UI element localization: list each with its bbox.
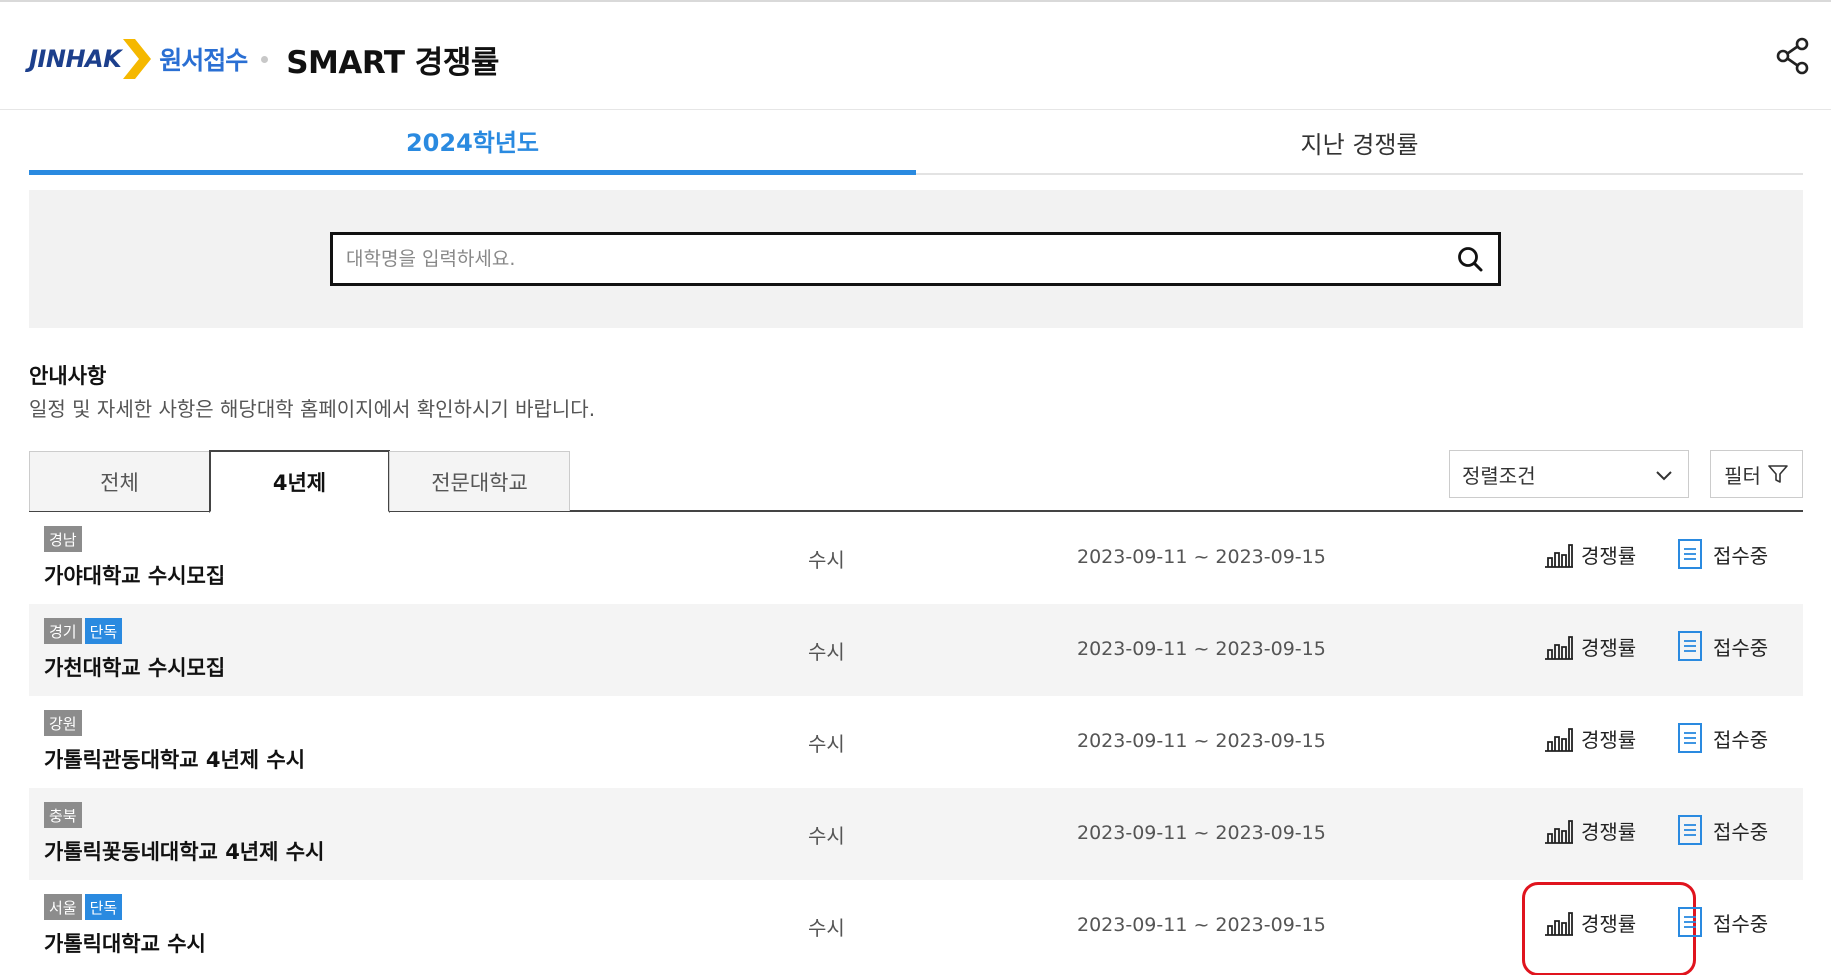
application-period: 2023-09-11 ~ 2023-09-15 <box>1077 546 1326 568</box>
status-button[interactable]: 접수중 <box>1677 814 1768 846</box>
application-period: 2023-09-11 ~ 2023-09-15 <box>1077 730 1326 752</box>
search-area <box>29 190 1803 328</box>
university-name[interactable]: 가천대학교 수시모집 <box>44 652 225 682</box>
header: JINHAK 원서접수 SMART 경쟁률 <box>0 2 1831 110</box>
bar-chart-icon <box>1545 543 1573 568</box>
search-input[interactable] <box>333 235 1456 283</box>
separator-dot <box>261 55 269 63</box>
notice-title: 안내사항 <box>29 364 107 388</box>
rate-label: 경쟁률 <box>1581 912 1637 936</box>
tab-2024[interactable]: 2024학년도 <box>29 111 916 175</box>
region-badge: 경남 <box>44 526 82 552</box>
page-title: SMART 경쟁률 <box>286 44 499 81</box>
filter-button[interactable]: 필터 <box>1710 450 1803 498</box>
rate-button[interactable]: 경쟁률 <box>1543 908 1636 937</box>
sort-label: 정렬조건 <box>1462 463 1536 488</box>
badges: 충북 <box>44 802 82 828</box>
document-icon <box>1678 723 1702 753</box>
application-period: 2023-09-11 ~ 2023-09-15 <box>1077 638 1326 660</box>
bar-chart-icon <box>1545 819 1573 844</box>
status-button[interactable]: 접수중 <box>1677 722 1768 754</box>
region-badge: 서울 <box>44 894 82 920</box>
document-icon <box>1678 815 1702 845</box>
rate-button[interactable]: 경쟁률 <box>1543 632 1636 661</box>
application-period: 2023-09-11 ~ 2023-09-15 <box>1077 914 1326 936</box>
solo-badge: 단독 <box>84 894 123 920</box>
filter-label: 필터 <box>1724 463 1761 488</box>
notice-text: 일정 및 자세한 사항은 해당대학 홈페이지에서 확인하시기 바랍니다. <box>29 397 596 421</box>
university-list: 경남 가야대학교 수시모집 수시 2023-09-11 ~ 2023-09-15… <box>29 512 1803 975</box>
status-label: 접수중 <box>1713 543 1769 568</box>
badges: 서울 단독 <box>44 894 123 920</box>
admission-type: 수시 <box>808 640 845 664</box>
share-icon[interactable] <box>1773 36 1813 76</box>
list-item: 강원 가톨릭관동대학교 4년제 수시 수시 2023-09-11 ~ 2023-… <box>29 696 1803 788</box>
status-button[interactable]: 접수중 <box>1677 630 1768 662</box>
status-label: 접수중 <box>1713 727 1769 752</box>
rate-button[interactable]: 경쟁률 <box>1543 540 1636 569</box>
search-box <box>330 232 1501 286</box>
status-label: 접수중 <box>1713 635 1769 660</box>
rate-label: 경쟁률 <box>1581 728 1637 752</box>
bar-chart-icon <box>1545 727 1573 752</box>
document-icon <box>1678 631 1702 661</box>
tab-4year[interactable]: 4년제 <box>209 450 390 513</box>
tab-past-rates[interactable]: 지난 경쟁률 <box>916 111 1803 173</box>
status-label: 접수중 <box>1713 819 1769 844</box>
badges: 경기 단독 <box>44 618 123 644</box>
document-icon <box>1678 539 1702 569</box>
document-icon <box>1678 907 1702 937</box>
admission-type: 수시 <box>808 916 845 940</box>
sort-select[interactable]: 정렬조건 <box>1449 450 1689 498</box>
type-tabs: 전체 4년제 전문대학교 정렬조건 필터 <box>29 450 1803 513</box>
solo-badge: 단독 <box>84 618 123 644</box>
status-button[interactable]: 접수중 <box>1677 906 1768 938</box>
list-item: 경남 가야대학교 수시모집 수시 2023-09-11 ~ 2023-09-15… <box>29 512 1803 604</box>
university-name[interactable]: 가톨릭대학교 수시 <box>44 928 206 958</box>
funnel-icon <box>1768 465 1788 483</box>
list-item: 충북 가톨릭꽃동네대학교 4년제 수시 수시 2023-09-11 ~ 2023… <box>29 788 1803 880</box>
badges: 강원 <box>44 710 82 736</box>
admission-type: 수시 <box>808 824 845 848</box>
tab-college[interactable]: 전문대학교 <box>389 451 570 511</box>
rate-label: 경쟁률 <box>1581 636 1637 660</box>
search-icon[interactable] <box>1456 245 1484 273</box>
region-badge: 강원 <box>44 710 82 736</box>
logo-arrow-icon <box>123 39 152 79</box>
logo[interactable]: JINHAK 원서접수 SMART 경쟁률 <box>29 36 499 82</box>
bar-chart-icon <box>1545 911 1573 936</box>
admission-type: 수시 <box>808 548 845 572</box>
admission-type: 수시 <box>808 732 845 756</box>
status-label: 접수중 <box>1713 911 1769 936</box>
status-button[interactable]: 접수중 <box>1677 538 1768 570</box>
chevron-down-icon <box>1656 471 1672 481</box>
list-item: 서울 단독 가톨릭대학교 수시 수시 2023-09-11 ~ 2023-09-… <box>29 880 1803 975</box>
badges: 경남 <box>44 526 82 552</box>
rate-label: 경쟁률 <box>1581 544 1637 568</box>
bar-chart-icon <box>1545 635 1573 660</box>
university-name[interactable]: 가야대학교 수시모집 <box>44 560 225 590</box>
application-period: 2023-09-11 ~ 2023-09-15 <box>1077 822 1326 844</box>
university-name[interactable]: 가톨릭관동대학교 4년제 수시 <box>44 744 305 774</box>
list-item: 경기 단독 가천대학교 수시모집 수시 2023-09-11 ~ 2023-09… <box>29 604 1803 696</box>
university-name[interactable]: 가톨릭꽃동네대학교 4년제 수시 <box>44 836 324 866</box>
region-badge: 충북 <box>44 802 82 828</box>
logo-text: JINHAK <box>29 45 122 73</box>
region-badge: 경기 <box>44 618 82 644</box>
rate-label: 경쟁률 <box>1581 820 1637 844</box>
rate-button[interactable]: 경쟁률 <box>1543 724 1636 753</box>
tab-all[interactable]: 전체 <box>29 451 210 511</box>
brand-subtitle: 원서접수 <box>159 46 248 75</box>
year-tabs: 2024학년도 지난 경쟁률 <box>29 111 1803 175</box>
rate-button[interactable]: 경쟁률 <box>1543 816 1636 845</box>
